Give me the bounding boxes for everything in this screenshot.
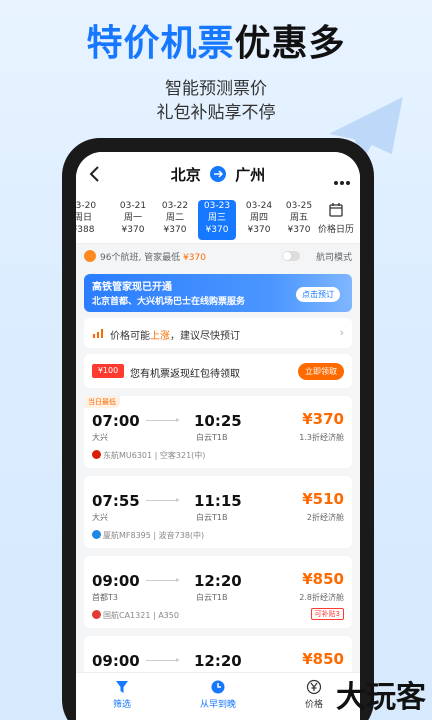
filter-icon (116, 681, 128, 693)
date-strip: 03-20周日¥388 03-21周一¥370 03-22周二¥370 03-2… (76, 196, 360, 244)
date-item[interactable]: 03-21 周一 ¥370 (114, 200, 152, 240)
arrow-icon (146, 498, 180, 502)
arrow-icon (146, 578, 180, 582)
date-item[interactable]: 03-25 周五 ¥370 (280, 200, 318, 240)
date-item[interactable]: 03-24 周四 ¥370 (240, 200, 278, 240)
arrow-icon (146, 418, 180, 422)
train-banner[interactable]: 高铁管家现已开通 北京首都、大兴机场巴士在线购票服务 点击预订 (84, 274, 352, 312)
promo-title-dark: 优惠多 (234, 23, 346, 64)
to-city: 广州 (235, 166, 266, 184)
date-item-selected[interactable]: 03-23 周三 ¥370 (198, 200, 236, 240)
airline-logo-icon (92, 610, 101, 619)
date-item[interactable]: 03-20周日¥388 (76, 200, 102, 240)
airline-mode-label: 航司模式 (315, 253, 352, 263)
route-title: 北京 广州 (76, 164, 360, 185)
claim-button[interactable]: 立即领取 (298, 363, 344, 380)
sort-time-button[interactable]: 从早到晚 (178, 679, 258, 710)
flight-card[interactable]: 09:00 12:20 首都T3 白云T1B ¥850 2.8折经济舱 国航CA… (84, 556, 352, 628)
airline-mode-toggle[interactable] (282, 251, 300, 261)
banner-book-button[interactable]: 点击预订 (296, 287, 340, 302)
promo-title: 特价机票优惠多 (0, 14, 432, 66)
route-plane-icon (210, 166, 226, 182)
from-city: 北京 (170, 166, 201, 184)
app-screen: 北京 广州 03-20周日¥388 03-21周一¥370 03-22周二¥37… (76, 152, 360, 720)
calendar-icon (329, 203, 343, 217)
info-bar: 96个航班, 管家最低 ¥370 航司模式 (76, 244, 360, 268)
yuan-icon (306, 679, 322, 695)
coupon-badge: ¥100 (92, 364, 124, 378)
subsidy-badge: 可补贴3 (310, 608, 344, 620)
lowest-tag: 当日最低 (84, 396, 120, 408)
butler-icon (84, 250, 96, 262)
flight-count: 96个航班, 管家最低 ¥370 (100, 253, 206, 263)
trend-chart-icon (93, 329, 103, 338)
price-trend-row[interactable]: 价格可能上涨，建议尽快预订 › (84, 318, 352, 348)
promo-title-blue: 特价机票 (86, 23, 235, 64)
price-calendar-button[interactable]: 价格日历 (316, 200, 356, 235)
bottom-toolbar: 筛选 从早到晚 价格 (76, 672, 360, 720)
clock-icon (211, 680, 225, 694)
redpacket-row: ¥100 您有机票返现红包待领取 立即领取 (84, 354, 352, 388)
airline-logo-icon (92, 450, 101, 459)
date-item[interactable]: 03-22 周二 ¥370 (156, 200, 194, 240)
watermark: 大玩客 (336, 680, 426, 715)
chevron-right-icon: › (339, 326, 344, 339)
header: 北京 广州 (76, 152, 360, 196)
arrow-icon (146, 658, 180, 662)
airline-logo-icon (92, 530, 101, 539)
filter-button[interactable]: 筛选 (82, 679, 162, 710)
flight-card[interactable]: 07:55 11:15 大兴 白云T1B ¥510 2折经济舱 厦航MF8395… (84, 476, 352, 548)
flight-card[interactable]: 当日最低 07:00 10:25 大兴 白云T1B ¥370 1.3折经济舱 东… (84, 396, 352, 468)
more-icon[interactable] (332, 170, 350, 189)
